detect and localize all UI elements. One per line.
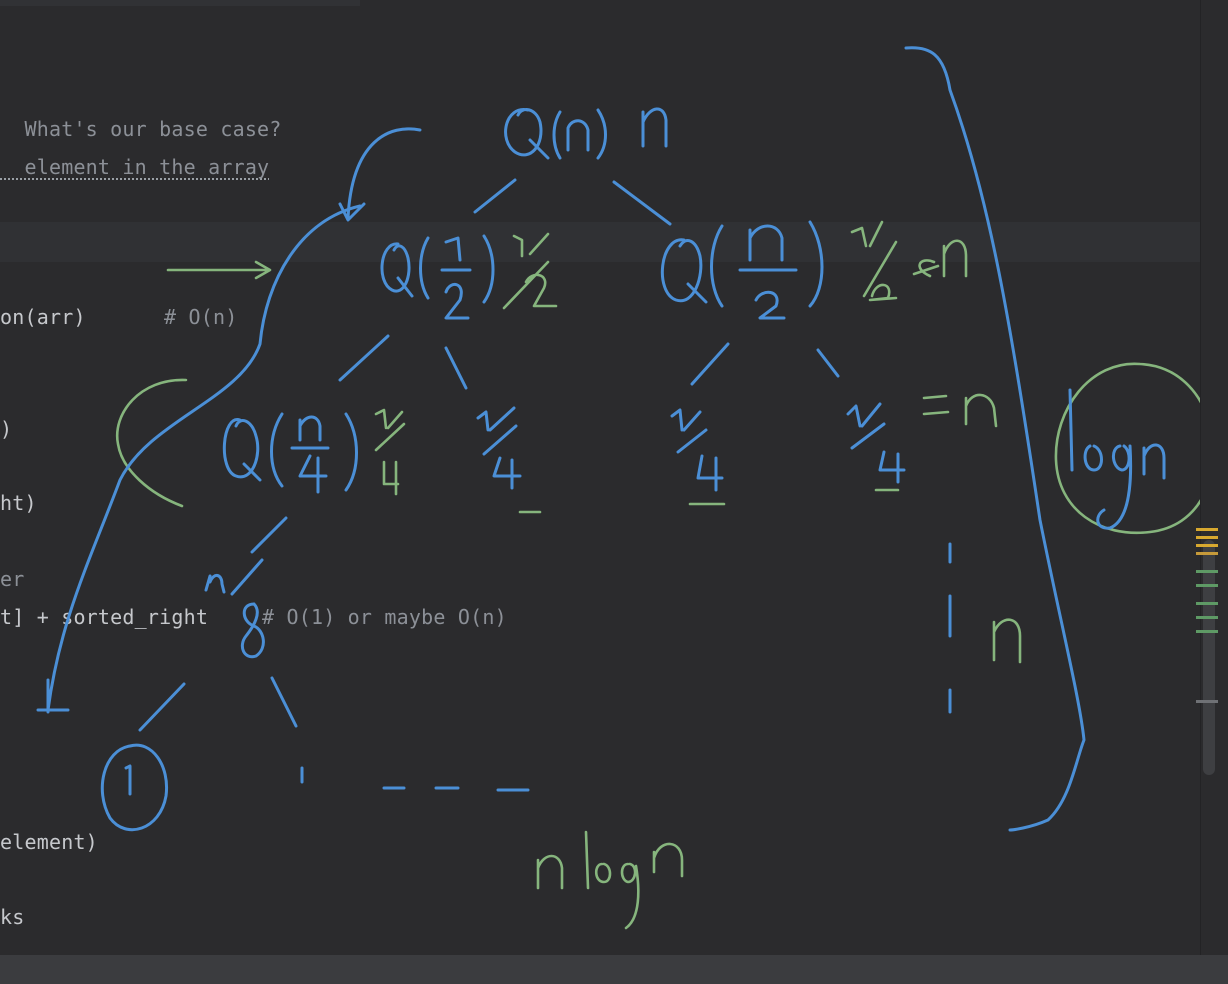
ink-q-n-quarter bbox=[222, 408, 406, 496]
ink-q-n-half-left bbox=[380, 232, 558, 320]
ink-curved-arrow bbox=[338, 127, 422, 222]
ink-branch-l3 bbox=[250, 516, 288, 554]
ink-n-log-n bbox=[536, 830, 684, 930]
ink-branch-l2-d bbox=[816, 348, 840, 378]
ink-n-height bbox=[992, 618, 1022, 664]
ink-n-quarter-3 bbox=[670, 408, 726, 506]
ink-green-arrow bbox=[166, 260, 272, 280]
handwritten-recursion-tree bbox=[36, 46, 1200, 930]
vertical-scrollbar[interactable] bbox=[1200, 0, 1228, 955]
ink-long-descend-line bbox=[36, 204, 362, 714]
ink-q-n-root bbox=[504, 107, 668, 160]
ink-n-over-8 bbox=[204, 558, 265, 659]
ink-branch-l2-a bbox=[338, 334, 390, 382]
ink-q-n-half-right bbox=[660, 220, 968, 320]
ink-branch-l2-c bbox=[690, 342, 730, 386]
ink-branch-l2-b bbox=[444, 346, 468, 390]
ink-circled-one bbox=[100, 743, 169, 832]
scrollbar-thumb[interactable] bbox=[1203, 540, 1215, 775]
status-bar bbox=[0, 955, 1228, 984]
ink-branch-l4-b bbox=[270, 676, 298, 728]
ink-circled-log-n bbox=[1054, 362, 1200, 535]
ink-branch-root-left bbox=[473, 178, 517, 214]
ink-n-quarter-4 bbox=[846, 393, 998, 492]
ink-n-quarter-2 bbox=[476, 406, 542, 514]
ink-branch-root-right bbox=[612, 180, 672, 226]
ink-branch-l4-a bbox=[138, 682, 186, 732]
ink-dashes-horizontal bbox=[382, 786, 530, 792]
